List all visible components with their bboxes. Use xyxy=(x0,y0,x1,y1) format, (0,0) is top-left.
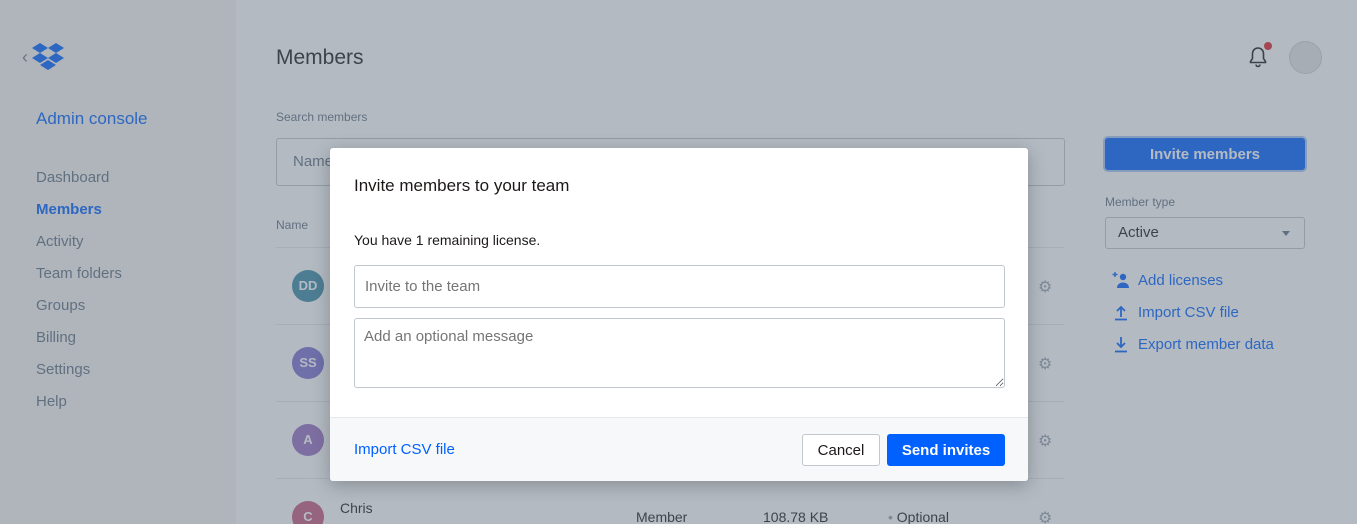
modal-footer: Import CSV file Cancel Send invites xyxy=(330,417,1028,481)
send-invites-button[interactable]: Send invites xyxy=(887,434,1005,466)
optional-message-textarea[interactable] xyxy=(354,318,1005,388)
invite-members-modal: Invite members to your team You have 1 r… xyxy=(330,148,1028,481)
license-info-text: You have 1 remaining license. xyxy=(354,232,541,248)
import-csv-link[interactable]: Import CSV file xyxy=(354,441,455,458)
modal-title: Invite members to your team xyxy=(354,176,570,195)
cancel-button[interactable]: Cancel xyxy=(802,434,880,466)
invite-email-input[interactable] xyxy=(354,265,1005,308)
